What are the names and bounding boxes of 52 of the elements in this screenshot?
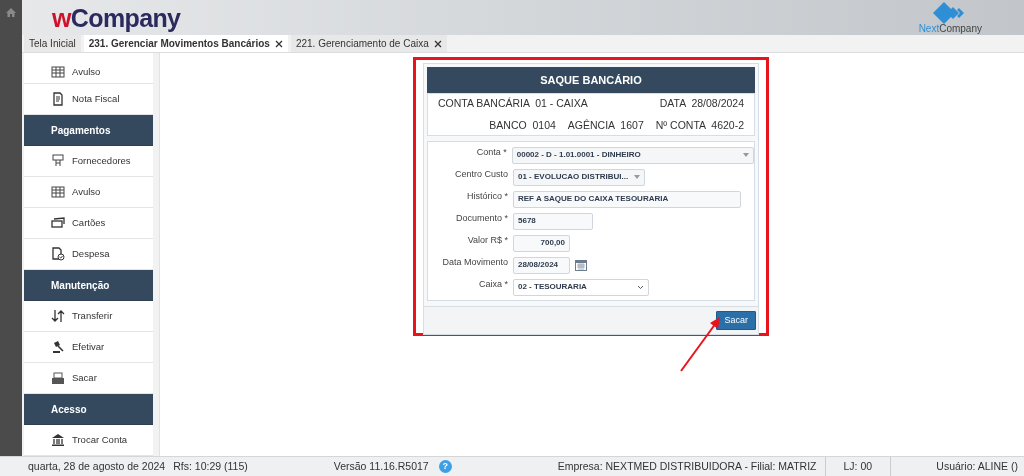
- select-field[interactable]: 02 - TESOURARIA: [513, 278, 649, 296]
- arrows-icon: [51, 309, 65, 323]
- chevron-icon: [637, 284, 644, 290]
- cards-icon: [51, 216, 65, 230]
- section-header[interactable]: Acesso: [24, 394, 153, 425]
- sacar-button[interactable]: Sacar: [716, 311, 756, 330]
- document-check-icon: [51, 247, 65, 261]
- bank-icon: [51, 433, 65, 447]
- status-store: LJ: 00: [824, 457, 891, 476]
- field-label: Caixa *: [478, 278, 508, 292]
- field-label: Conta *: [475, 146, 507, 160]
- info-text: BANCO 0104: [489, 117, 556, 133]
- tab[interactable]: 231. Gerenciar Movimentos Bancários: [83, 35, 288, 52]
- document-icon: [51, 92, 65, 106]
- field-label: Centro Custo: [453, 168, 508, 182]
- status-company: Empresa: NEXTMED DISTRIBUIDORA - Filial: MATRIZ: [557, 458, 818, 474]
- input-field[interactable]: 700,00: [513, 234, 570, 252]
- section-header[interactable]: Manutenção: [24, 270, 153, 301]
- status-date: quarta, 28 de agosto de 2024: [28, 458, 166, 474]
- caret-icon: [634, 175, 640, 179]
- home-icon[interactable]: [6, 8, 16, 17]
- calendar-icon[interactable]: [575, 259, 587, 271]
- info-text: CONTA BANCÁRIA 01 - CAIXA: [438, 95, 588, 111]
- input-field[interactable]: REF A SAQUE DO CAIXA TESOURARIA: [513, 190, 741, 208]
- info-text: DATA 28/08/2024: [659, 95, 744, 111]
- tab[interactable]: 221. Gerenciamento de Caixa: [290, 35, 447, 52]
- close-icon[interactable]: [433, 39, 442, 48]
- gavel-icon: [51, 340, 65, 354]
- grid-icon: [51, 185, 65, 199]
- select-field[interactable]: 01 - EVOLUCAO DISTRIBUI...: [513, 168, 645, 186]
- input-field[interactable]: 5678: [513, 212, 593, 230]
- caret-icon: [743, 153, 749, 157]
- logo-text: wCompany: [52, 4, 181, 31]
- status-refresh: Rfs: 10:29 (115): [173, 458, 248, 474]
- field-label: Histórico *: [466, 190, 508, 204]
- field-label: Documento *: [454, 212, 508, 226]
- status-user: Usuário: ALINE (): [890, 457, 1024, 476]
- grid-icon: [51, 65, 65, 79]
- close-icon[interactable]: [274, 39, 283, 48]
- brand-text: NextCompany: [918, 23, 982, 34]
- panel-title: SAQUE BANCÁRIO: [427, 67, 755, 93]
- select-field[interactable]: 00002 - D - 1.01.0001 - DINHEIRO: [511, 146, 754, 164]
- status-version: Versão 11.16.R5017: [333, 458, 429, 474]
- board-icon: [51, 154, 65, 168]
- field-label: Valor R$ *: [466, 234, 508, 248]
- tab[interactable]: Tela Inicial: [24, 35, 81, 52]
- info-text: Nº CONTA 4620-2: [655, 117, 744, 133]
- field-label: Data Movimento: [441, 256, 508, 270]
- register-icon: [51, 371, 65, 385]
- input-field[interactable]: 28/08/2024: [513, 256, 570, 274]
- info-text: AGÊNCIA 1607: [567, 117, 644, 133]
- section-header[interactable]: Pagamentos: [24, 115, 153, 146]
